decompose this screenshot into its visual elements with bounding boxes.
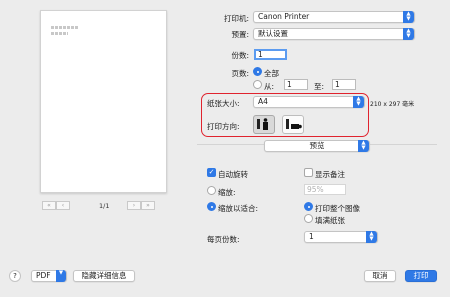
- landscape-person-icon: [286, 119, 302, 129]
- copies-per-page-value: 1: [309, 232, 314, 241]
- portrait-orientation-button[interactable]: [253, 115, 275, 134]
- paper-size-select[interactable]: A4 ▲ ▼: [253, 96, 365, 108]
- preset-label: 预置:: [231, 30, 249, 39]
- chevron-updown-icon: ▲ ▼: [353, 96, 364, 108]
- pages-to-input[interactable]: 1: [332, 79, 356, 90]
- copies-label: 份数:: [231, 51, 249, 60]
- pdf-menu-button[interactable]: PDF ▼: [31, 270, 67, 282]
- scale-input[interactable]: 95%: [304, 184, 346, 195]
- pages-range-radio[interactable]: [253, 80, 262, 89]
- page-preview: [40, 10, 167, 193]
- printer-value: Canon Printer: [258, 12, 310, 21]
- printer-select[interactable]: Canon Printer ▲ ▼: [253, 11, 415, 23]
- first-page-button[interactable]: «: [42, 201, 56, 210]
- landscape-orientation-button[interactable]: [282, 115, 304, 134]
- section-select[interactable]: 预览 ▲ ▼: [264, 140, 370, 152]
- print-button[interactable]: 打印: [405, 270, 437, 282]
- chevron-updown-icon: ▲ ▼: [403, 28, 414, 40]
- cancel-button[interactable]: 取消: [364, 270, 396, 282]
- fill-paper-label: 填满纸张: [315, 216, 345, 225]
- chevron-updown-icon: ▲ ▼: [403, 11, 414, 23]
- auto-rotate-checkbox[interactable]: ✓: [207, 168, 216, 177]
- help-button[interactable]: ?: [9, 270, 21, 282]
- paper-size-label: 纸张大小:: [207, 99, 240, 108]
- previous-page-button[interactable]: ‹: [56, 201, 70, 210]
- show-notes-checkbox[interactable]: [304, 168, 313, 177]
- scale-to-fit-radio[interactable]: [207, 202, 216, 211]
- pages-from-label: 从:: [264, 82, 275, 91]
- scale-label: 缩放:: [218, 188, 236, 197]
- pages-to-label: 至:: [314, 82, 325, 91]
- last-page-button[interactable]: »: [141, 201, 155, 210]
- preview-text-line: [51, 26, 78, 29]
- paper-size-value: A4: [258, 97, 268, 106]
- preview-text-line: [51, 32, 68, 35]
- copies-per-page-label: 每页份数:: [207, 235, 240, 244]
- section-value: 预览: [309, 141, 325, 150]
- print-entire-image-radio[interactable]: [304, 202, 313, 211]
- chevron-down-icon: ▼: [56, 270, 66, 282]
- preview-pager-right: › »: [127, 201, 155, 211]
- page-count: 1/1: [99, 202, 110, 210]
- pages-label: 页数:: [231, 69, 249, 78]
- hide-details-button[interactable]: 隐藏详细信息: [73, 270, 135, 282]
- printer-label: 打印机:: [223, 14, 249, 23]
- copies-input[interactable]: 1: [254, 49, 287, 60]
- preview-pager-left: « ‹: [42, 201, 70, 211]
- portrait-person-icon: [257, 118, 268, 130]
- pages-all-label: 全部: [264, 69, 279, 78]
- preset-value: 默认设置: [258, 29, 288, 38]
- auto-rotate-label: 自动旋转: [218, 170, 248, 179]
- fill-paper-radio[interactable]: [304, 214, 313, 223]
- next-page-button[interactable]: ›: [127, 201, 141, 210]
- scale-to-fit-label: 缩放以适合:: [218, 204, 259, 213]
- scale-radio[interactable]: [207, 186, 216, 195]
- pages-all-radio[interactable]: [253, 67, 262, 76]
- copies-per-page-select[interactable]: 1 ▲ ▼: [304, 231, 378, 243]
- show-notes-label: 显示备注: [315, 170, 345, 179]
- orientation-label: 打印方向:: [207, 122, 240, 131]
- preset-select[interactable]: 默认设置 ▲ ▼: [253, 28, 415, 40]
- print-entire-image-label: 打印整个图像: [315, 204, 360, 213]
- paper-dimensions: 210 x 297 毫米: [370, 101, 415, 108]
- pages-from-input[interactable]: 1: [284, 79, 308, 90]
- chevron-updown-icon: ▲ ▼: [358, 140, 369, 152]
- pdf-label: PDF: [36, 271, 51, 280]
- chevron-updown-icon: ▲ ▼: [366, 231, 377, 243]
